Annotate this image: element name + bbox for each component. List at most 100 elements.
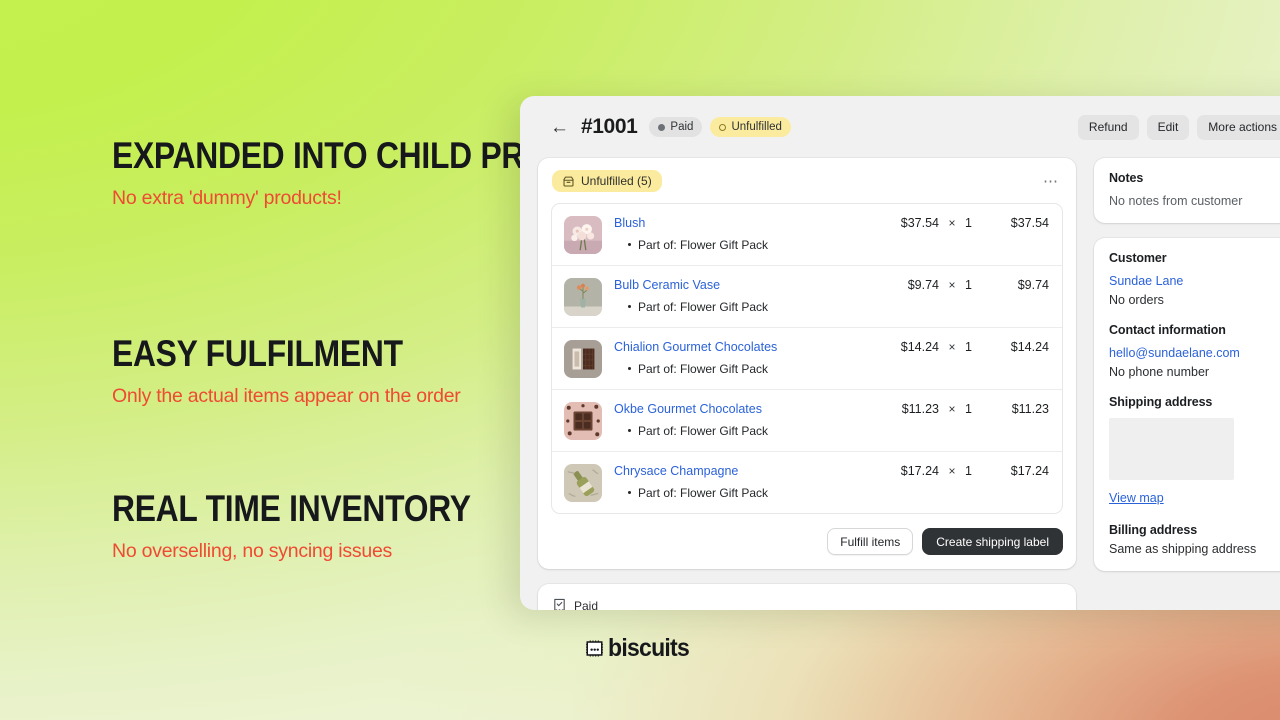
table-row: Bulb Ceramic Vase Part of: Flower Gift P…	[552, 266, 1062, 328]
payment-card: Paid	[538, 584, 1076, 610]
product-link[interactable]: Chialion Gourmet Chocolates	[614, 340, 877, 355]
header-actions: Refund Edit More actions	[1077, 114, 1280, 140]
payment-status-badge: Paid	[552, 598, 598, 610]
customer-orders: No orders	[1109, 293, 1164, 307]
line-item-note: Part of: Flower Gift Pack	[614, 424, 877, 438]
create-shipping-label-button[interactable]: Create shipping label	[922, 528, 1063, 555]
line-item-note-text: Part of: Flower Gift Pack	[638, 424, 769, 438]
line-item-details: Okbe Gourmet Chocolates Part of: Flower …	[614, 401, 877, 438]
bouquet-pink-image	[564, 216, 602, 254]
marketing-block-3: REAL TIME INVENTORY No overselling, no s…	[112, 488, 529, 563]
product-thumbnail	[564, 402, 602, 440]
product-thumbnail	[564, 216, 602, 254]
fulfill-items-button[interactable]: Fulfill items	[827, 528, 914, 555]
slide-canvas: EXPANDED INTO CHILD PRODUCTS No extra 'd…	[0, 0, 1280, 720]
status-badge-paid: Paid	[649, 117, 703, 137]
chocolate-bar-image	[564, 340, 602, 378]
multiply-sign: ×	[948, 340, 956, 354]
line-item-note-text: Part of: Flower Gift Pack	[638, 238, 769, 252]
line-total: $11.23	[1011, 402, 1049, 416]
customer-title: Customer	[1109, 251, 1167, 265]
bullet-icon	[628, 429, 631, 432]
brand-logo: biscuits	[0, 636, 1280, 661]
product-thumbnail	[564, 340, 602, 378]
quantity: 1	[965, 216, 972, 230]
fulfillment-card: Unfulfilled (5) ⋯ Blush Part of: Flower …	[538, 158, 1076, 569]
map-thumbnail[interactable]	[1109, 418, 1234, 480]
table-row: Chrysace Champagne Part of: Flower Gift …	[552, 452, 1062, 513]
fulfillment-card-header: Unfulfilled (5) ⋯	[538, 170, 1076, 192]
quantity: 1	[965, 340, 972, 354]
line-item-note: Part of: Flower Gift Pack	[614, 362, 877, 376]
line-items-list: Blush Part of: Flower Gift Pack $37.54 ×…	[551, 203, 1063, 514]
line-total: $9.74	[1017, 278, 1049, 292]
line-item-note-text: Part of: Flower Gift Pack	[638, 486, 769, 500]
unit-price: $11.23	[901, 402, 939, 416]
customer-phone: No phone number	[1109, 365, 1210, 379]
line-item-note: Part of: Flower Gift Pack	[614, 238, 877, 252]
product-link[interactable]: Chrysace Champagne	[614, 464, 877, 479]
product-link[interactable]: Blush	[614, 216, 877, 231]
billing-address-value: Same as shipping address	[1109, 542, 1257, 556]
champagne-bottle-image	[564, 464, 602, 502]
line-item-details: Chrysace Champagne Part of: Flower Gift …	[614, 463, 877, 500]
unit-price: $9.74	[907, 278, 939, 292]
customer-card: Customer Sundae Lane No orders Contact i…	[1094, 238, 1280, 571]
page-title: #1001	[581, 115, 638, 138]
brand-name: biscuits	[607, 634, 690, 662]
refund-button[interactable]: Refund	[1077, 114, 1139, 140]
customer-email-link[interactable]: hello@sundaelane.com	[1109, 346, 1280, 360]
line-total: $37.54	[1010, 216, 1049, 230]
chocolate-box-image	[564, 402, 602, 440]
table-row: Okbe Gourmet Chocolates Part of: Flower …	[552, 390, 1062, 452]
more-horizontal-icon[interactable]: ⋯	[1040, 173, 1062, 190]
line-total: $14.24	[1010, 340, 1049, 354]
marketing-subheading-2: Only the actual items appear on the orde…	[112, 385, 461, 408]
product-thumbnail	[564, 464, 602, 502]
line-total: $17.24	[1010, 464, 1049, 478]
more-actions-label: More actions	[1208, 120, 1277, 134]
notes-card: Notes No notes from customer	[1094, 158, 1280, 223]
edit-button[interactable]: Edit	[1146, 114, 1190, 140]
vase-green-image	[564, 278, 602, 316]
fulfillment-status-badge: Unfulfilled (5)	[552, 170, 662, 192]
product-link[interactable]: Bulb Ceramic Vase	[614, 278, 877, 293]
customer-name-link[interactable]: Sundae Lane	[1109, 274, 1280, 288]
status-badge-unfulfilled: Unfulfilled	[710, 117, 791, 137]
unit-price: $17.24	[900, 464, 939, 478]
marketing-block-2: EASY FULFILMENT Only the actual items ap…	[112, 333, 461, 408]
bullet-icon	[628, 243, 631, 246]
more-actions-button[interactable]: More actions	[1197, 114, 1280, 140]
marketing-subheading-3: No overselling, no syncing issues	[112, 540, 393, 563]
marketing-heading-3: REAL TIME INVENTORY	[112, 488, 471, 529]
multiply-sign: ×	[948, 216, 956, 230]
product-thumbnail	[564, 278, 602, 316]
marketing-heading-2: EASY FULFILMENT	[112, 333, 403, 374]
payment-status-badge-label: Paid	[574, 599, 599, 610]
quantity: 1	[965, 464, 972, 478]
view-map-link[interactable]: View map	[1109, 491, 1164, 505]
status-badge-unfulfilled-label: Unfulfilled	[731, 121, 782, 133]
notes-body: No notes from customer	[1109, 194, 1243, 208]
fulfillment-actions: Fulfill items Create shipping label	[538, 514, 1076, 555]
order-header: ← #1001 Paid Unfulfilled Refund Edit Mor…	[520, 96, 1280, 158]
dot-filled-icon	[658, 123, 666, 131]
table-row: Chialion Gourmet Chocolates Part of: Flo…	[552, 328, 1062, 390]
multiply-sign: ×	[948, 278, 956, 292]
bullet-icon	[628, 491, 631, 494]
order-admin-window: ← #1001 Paid Unfulfilled Refund Edit Mor…	[520, 96, 1280, 610]
fulfillment-status-badge-label: Unfulfilled (5)	[581, 174, 652, 188]
table-row: Blush Part of: Flower Gift Pack $37.54 ×…	[552, 204, 1062, 266]
line-item-details: Blush Part of: Flower Gift Pack	[614, 215, 877, 252]
billing-address-title: Billing address	[1109, 523, 1198, 537]
order-body: Unfulfilled (5) ⋯ Blush Part of: Flower …	[520, 158, 1280, 610]
product-link[interactable]: Okbe Gourmet Chocolates	[614, 402, 877, 417]
unit-price: $14.24	[900, 340, 939, 354]
order-side-column: Notes No notes from customer Customer Su…	[1094, 158, 1280, 610]
package-icon	[563, 176, 574, 186]
bullet-icon	[628, 367, 631, 370]
quantity: 1	[965, 402, 972, 416]
contact-information-title: Contact information	[1109, 323, 1226, 337]
line-item-details: Chialion Gourmet Chocolates Part of: Flo…	[614, 339, 877, 376]
arrow-left-icon[interactable]: ←	[550, 118, 569, 137]
